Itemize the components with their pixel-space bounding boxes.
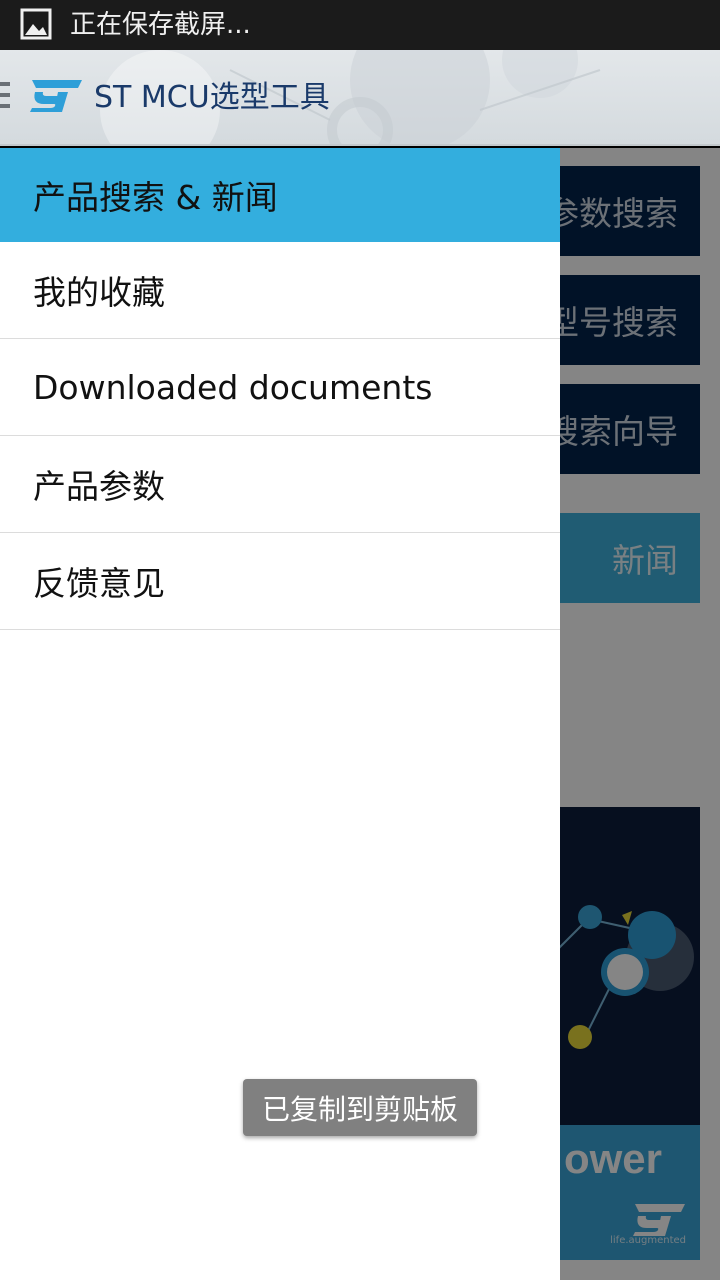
drawer-item-label: 反馈意见 [33,564,165,603]
app-title: ST MCU选型工具 [94,80,330,115]
toast-text: 已复制到剪贴板 [261,1092,458,1126]
status-notification-text: 正在保存截屏... [70,10,251,40]
toast-message: 已复制到剪贴板 [243,1079,477,1136]
drawer-item-feedback[interactable]: 反馈意见 [0,533,560,630]
action-bar: ST MCU选型工具 [0,50,720,146]
st-logo[interactable] [24,78,84,114]
drawer-item-favorites[interactable]: 我的收藏 [0,242,560,339]
drawer-item-label: Downloaded documents [33,367,433,407]
drawer-item-product-parameters[interactable]: 产品参数 [0,436,560,533]
drawer-item-label: 我的收藏 [33,273,165,312]
drawer-item-product-search-news[interactable]: 产品搜索 & 新闻 [0,148,560,242]
image-icon [20,8,52,40]
drawer-indicator-icon[interactable] [0,82,10,112]
drawer-item-label: 产品搜索 & 新闻 [33,177,278,217]
drawer-item-label: 产品参数 [33,467,165,506]
drawer-item-downloaded-documents[interactable]: Downloaded documents [0,339,560,436]
status-bar: 正在保存截屏... [0,0,720,50]
